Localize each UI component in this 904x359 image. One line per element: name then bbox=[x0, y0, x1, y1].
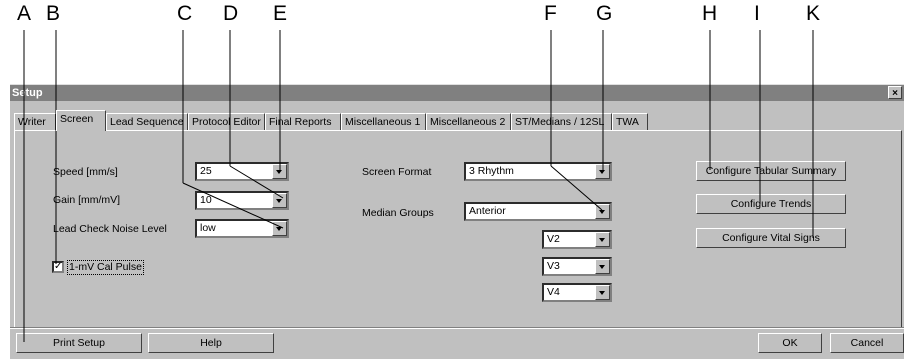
chevron-down-icon[interactable] bbox=[595, 164, 610, 179]
cal-pulse-checkbox[interactable]: ✓ bbox=[52, 261, 64, 273]
callout-b: B bbox=[46, 2, 61, 25]
noise-value: low bbox=[200, 222, 216, 234]
chevron-down-icon[interactable] bbox=[272, 193, 287, 208]
tab-misc-2[interactable]: Miscellaneous 2 bbox=[426, 113, 511, 130]
chevron-down-icon[interactable] bbox=[595, 232, 610, 247]
tab-writer[interactable]: Writer bbox=[14, 113, 56, 130]
speed-label: Speed [mm/s] bbox=[53, 166, 118, 178]
print-setup-button[interactable]: Print Setup bbox=[16, 333, 142, 353]
lead-value: V3 bbox=[547, 260, 560, 272]
median-groups-label: Median Groups bbox=[362, 207, 434, 219]
tab-st-medians[interactable]: ST/Medians / 12SL bbox=[511, 113, 612, 130]
tab-screen[interactable]: Screen bbox=[56, 110, 106, 131]
cal-pulse-label: 1-mV Cal Pulse bbox=[67, 260, 144, 275]
gain-value: 10 bbox=[200, 194, 212, 206]
tab-misc-1[interactable]: Miscellaneous 1 bbox=[341, 113, 426, 130]
tab-protocol-editor[interactable]: Protocol Editor bbox=[188, 113, 265, 130]
configure-tabular-summary-button[interactable]: Configure Tabular Summary bbox=[696, 161, 846, 181]
close-icon[interactable]: × bbox=[888, 86, 902, 99]
callout-e: E bbox=[273, 2, 288, 25]
screen-format-select[interactable]: 3 Rhythm bbox=[464, 162, 612, 181]
help-button[interactable]: Help bbox=[148, 333, 274, 353]
lead-select-1[interactable]: V2 bbox=[542, 230, 612, 249]
chevron-down-icon[interactable] bbox=[272, 221, 287, 236]
ok-button[interactable]: OK bbox=[758, 333, 822, 353]
setup-dialog: Setup × Writer Screen Lead Sequence Prot… bbox=[10, 84, 904, 359]
dialog-title: Setup bbox=[12, 87, 43, 99]
median-groups-value: Anterior bbox=[469, 205, 506, 217]
callout-g: G bbox=[596, 2, 613, 25]
gain-label: Gain [mm/mV] bbox=[53, 194, 121, 206]
footer-divider bbox=[10, 327, 904, 329]
callout-h: H bbox=[702, 2, 718, 25]
tab-lead-sequence[interactable]: Lead Sequence bbox=[106, 113, 188, 130]
callout-a: A bbox=[17, 2, 32, 25]
screen-format-value: 3 Rhythm bbox=[469, 165, 514, 177]
configure-vital-signs-button[interactable]: Configure Vital Signs bbox=[696, 228, 846, 248]
lead-value: V2 bbox=[547, 233, 560, 245]
cancel-button[interactable]: Cancel bbox=[830, 333, 904, 353]
noise-label: Lead Check Noise Level bbox=[53, 223, 167, 235]
chevron-down-icon[interactable] bbox=[595, 204, 610, 219]
callout-c: C bbox=[177, 2, 193, 25]
configure-trends-button[interactable]: Configure Trends bbox=[696, 194, 846, 214]
noise-select[interactable]: low bbox=[195, 219, 289, 238]
speed-value: 25 bbox=[200, 165, 212, 177]
chevron-down-icon[interactable] bbox=[595, 259, 610, 274]
callout-f: F bbox=[544, 2, 557, 25]
tab-final-reports[interactable]: Final Reports bbox=[265, 113, 341, 130]
callout-i: I bbox=[754, 2, 760, 25]
chevron-down-icon[interactable] bbox=[272, 164, 287, 179]
callout-d: D bbox=[223, 2, 239, 25]
chevron-down-icon[interactable] bbox=[595, 285, 610, 300]
median-groups-select[interactable]: Anterior bbox=[464, 202, 612, 221]
speed-select[interactable]: 25 bbox=[195, 162, 289, 181]
callout-k: K bbox=[806, 2, 821, 25]
lead-select-2[interactable]: V3 bbox=[542, 257, 612, 276]
title-bar: Setup × bbox=[10, 85, 904, 101]
screen-format-label: Screen Format bbox=[362, 166, 432, 178]
lead-select-3[interactable]: V4 bbox=[542, 283, 612, 302]
lead-value: V4 bbox=[547, 286, 560, 298]
gain-select[interactable]: 10 bbox=[195, 191, 289, 210]
tab-twa[interactable]: TWA bbox=[612, 113, 648, 130]
